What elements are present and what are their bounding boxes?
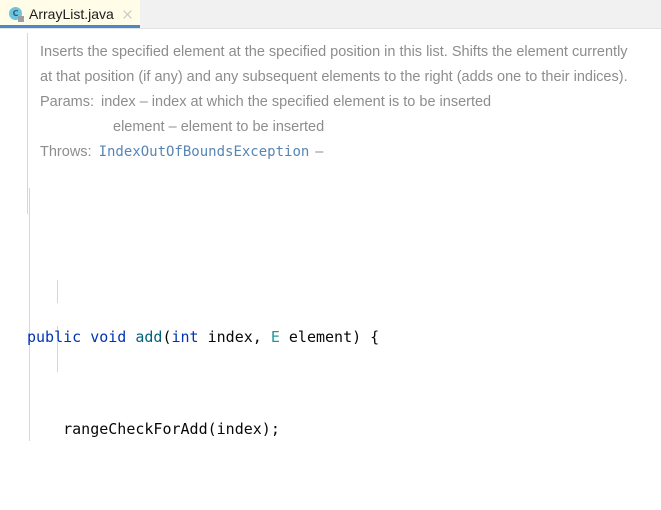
token-param-element: element) { [279, 328, 380, 346]
indent-guide-level-1 [29, 188, 30, 441]
token-keyword-void: void [90, 328, 127, 346]
token-keyword-public: public [27, 328, 82, 346]
javadoc-param-index: index – index at which the specified ele… [101, 94, 492, 110]
editor-window: C ArrayList.java Inserts the specified e… [0, 0, 661, 510]
code-line-1: public void add(int index, E element) { [27, 326, 661, 349]
editor-tab-bar: C ArrayList.java [0, 0, 661, 29]
javadoc-params-row: Params: index – index at which the speci… [0, 90, 661, 115]
editor-tab-label: ArrayList.java [29, 6, 114, 22]
java-class-icon: C [9, 6, 24, 22]
token-param-index: index, [198, 328, 271, 346]
token-typeparam-e: E [270, 328, 280, 346]
token-call-rangecheckforadd: rangeCheckForAdd(index); [63, 420, 280, 438]
close-icon[interactable] [121, 8, 134, 21]
indent-guide-level-2 [57, 280, 58, 303]
token-method-add: add [135, 328, 163, 346]
source-code-area[interactable]: public void add(int index, E element) { … [0, 165, 661, 510]
javadoc-description: Inserts the specified element at the spe… [40, 44, 628, 85]
javadoc-throws-row: Throws: IndexOutOfBoundsException – [0, 140, 661, 165]
javadoc-block: Inserts the specified element at the spe… [0, 29, 661, 214]
code-line-2: rangeCheckForAdd(index); [27, 418, 661, 441]
token-keyword-int: int [171, 328, 199, 346]
javadoc-throws-link[interactable]: IndexOutOfBoundsException [92, 140, 310, 165]
editor-content[interactable]: Inserts the specified element at the spe… [0, 29, 661, 510]
editor-tab-arraylist-java[interactable]: C ArrayList.java [0, 0, 140, 28]
javadoc-param-element: element – element to be inserted [113, 119, 325, 135]
javadoc-params-label: Params: [40, 94, 94, 110]
javadoc-throws-label: Throws: [40, 144, 92, 160]
token-paren-open: ( [162, 328, 172, 346]
javadoc-throws-dash: – [315, 144, 324, 160]
